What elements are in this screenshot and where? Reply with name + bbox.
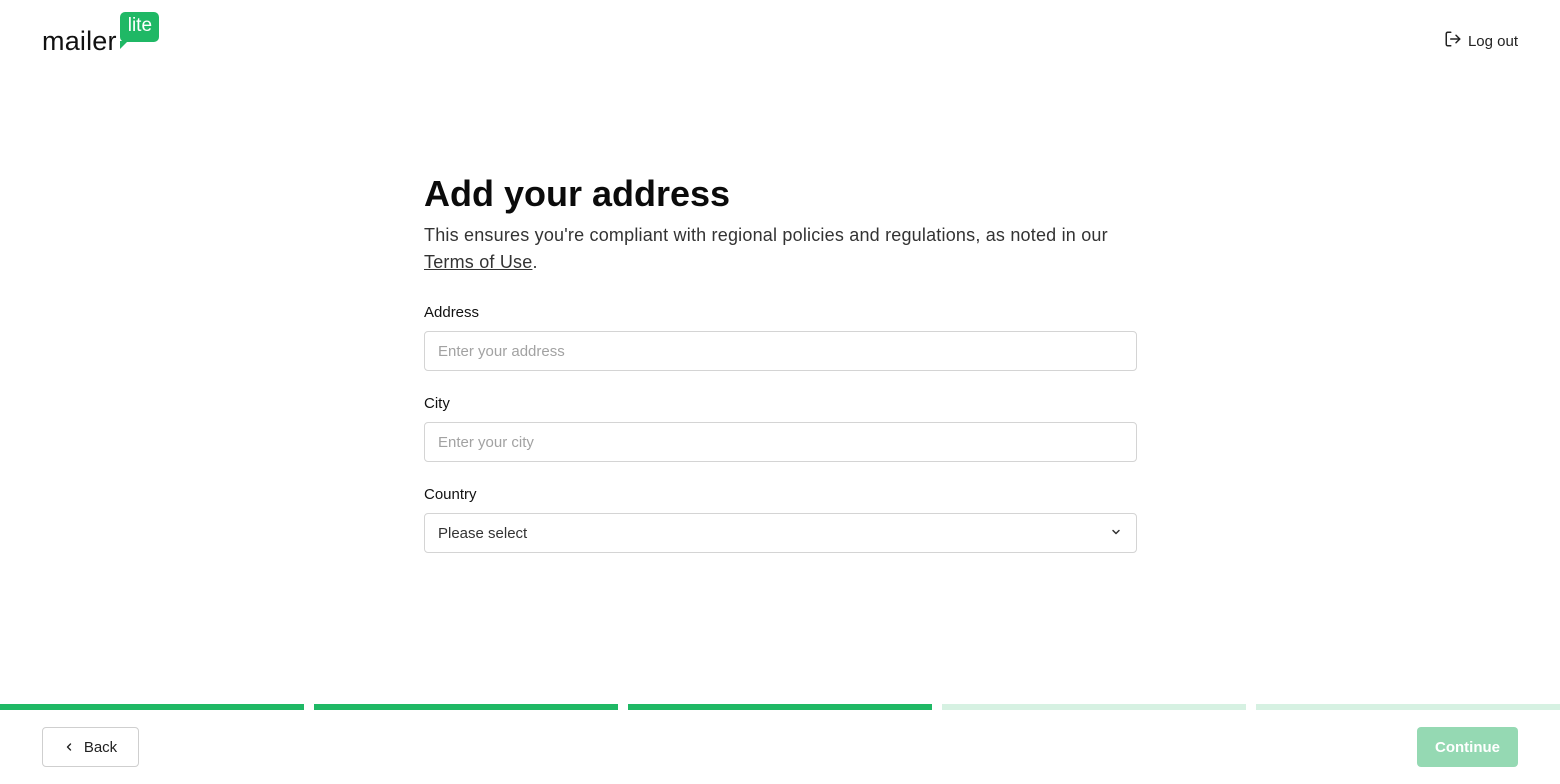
progress-step-1 <box>0 704 304 710</box>
page-title: Add your address <box>424 173 731 214</box>
onboarding-progress-bar <box>0 704 1560 710</box>
country-select[interactable]: Please select <box>424 513 1137 553</box>
chevron-left-icon <box>64 739 74 756</box>
logo-wordmark: mailer <box>42 26 117 56</box>
logo-badge: lite <box>119 12 160 49</box>
back-button[interactable]: Back <box>42 727 139 767</box>
terms-of-use-link[interactable]: Terms of Use <box>424 252 532 272</box>
progress-step-3 <box>628 704 932 710</box>
address-input[interactable] <box>424 331 1137 371</box>
address-label: Address <box>424 304 480 321</box>
address-field-group: Address <box>424 304 1137 371</box>
progress-step-5 <box>1256 704 1560 710</box>
logout-button[interactable]: Log out <box>1444 30 1518 52</box>
subtitle-text: This ensures you're compliant with regio… <box>424 225 1108 245</box>
page-subtitle: This ensures you're compliant with regio… <box>424 222 1137 276</box>
log-out-icon <box>1444 30 1462 52</box>
progress-step-4 <box>942 704 1246 710</box>
address-form-section: Add your address This ensures you're com… <box>424 172 1137 553</box>
subtitle-end: . <box>532 252 538 272</box>
city-label: City <box>424 395 450 412</box>
continue-label: Continue <box>1435 738 1500 756</box>
mailerlite-logo: mailer lite <box>42 12 160 57</box>
country-select-value: Please select <box>438 524 528 542</box>
progress-step-2 <box>314 704 618 710</box>
logout-label: Log out <box>1467 32 1518 50</box>
city-field-group: City <box>424 395 1137 462</box>
country-field-group: Country Please select <box>424 486 1137 553</box>
back-label: Back <box>83 738 118 756</box>
onboarding-page: mailer lite Log out Add your address Thi… <box>0 0 1560 784</box>
chevron-down-icon <box>1110 525 1122 542</box>
continue-button[interactable]: Continue <box>1417 727 1518 767</box>
city-input[interactable] <box>424 422 1137 462</box>
country-label: Country <box>424 486 477 503</box>
